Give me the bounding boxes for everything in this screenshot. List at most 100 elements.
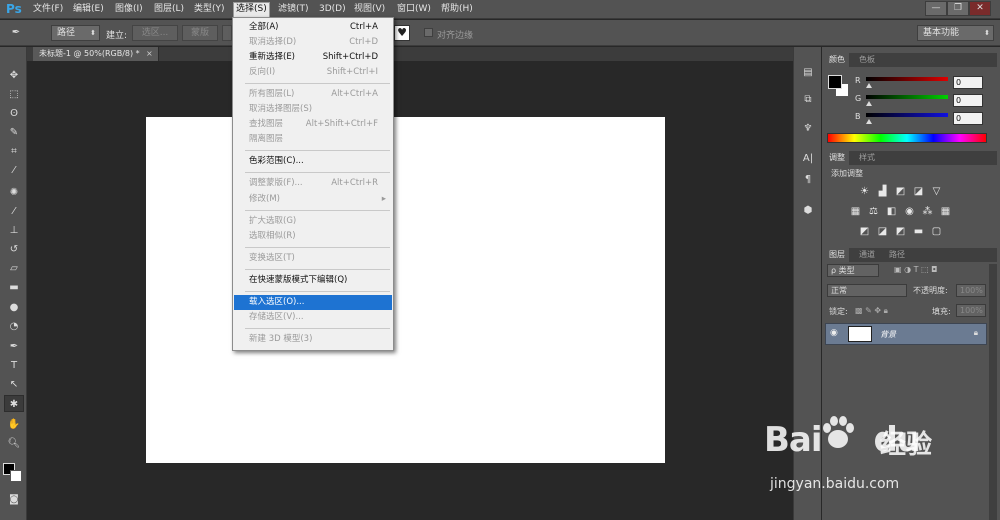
photo-filter-icon[interactable]: ◉	[903, 206, 916, 218]
menu-item-load-selection[interactable]: 载入选区(O)...	[234, 295, 392, 310]
color-balance-icon[interactable]: ⚖	[867, 206, 880, 218]
document-canvas[interactable]	[146, 117, 665, 463]
channel-r-thumb[interactable]	[866, 83, 872, 88]
restore-button[interactable]: ❐	[947, 1, 969, 16]
healing-brush-tool-icon[interactable]: ✺	[4, 184, 24, 201]
lock-icons[interactable]: ▩ ✎ ✥ 🔒︎	[855, 306, 888, 316]
background-color-swatch[interactable]	[10, 470, 22, 482]
eraser-tool-icon[interactable]: ▱	[4, 260, 24, 277]
channel-g-slider[interactable]	[866, 95, 948, 99]
channel-g-value[interactable]: 0	[953, 94, 983, 107]
character-panel-icon[interactable]: A|	[799, 151, 817, 167]
path-operations-icon[interactable]: ♥	[394, 25, 410, 41]
crop-tool-icon[interactable]: ⌗	[4, 143, 24, 160]
menu-item-new-3d-model[interactable]: 新建 3D 模型(3)	[234, 332, 392, 347]
mask-button[interactable]: 蒙版	[182, 25, 218, 41]
brush-presets-icon[interactable]: ♆	[799, 121, 817, 137]
history-brush-tool-icon[interactable]: ↺	[4, 241, 24, 258]
selective-color-icon[interactable]: ▢	[930, 226, 943, 238]
document-tab[interactable]: 未标题-1 @ 50%(RGB/8) * ×	[33, 47, 159, 61]
menu-item-isolate-layers[interactable]: 隔离图层	[234, 132, 392, 147]
path-mode-select[interactable]: 路径 ⬍	[51, 25, 100, 41]
eyedropper-tool-icon[interactable]: ⁄	[4, 162, 24, 179]
menu-view[interactable]: 视图(V)	[352, 3, 387, 17]
custom-shape-tool-icon[interactable]: ✱	[4, 395, 24, 412]
menu-type[interactable]: 类型(Y)	[192, 3, 227, 17]
move-tool-icon[interactable]: ✥	[4, 67, 24, 84]
menu-item-reselect[interactable]: 重新选择(E) Shift+Ctrl+D	[234, 50, 392, 65]
quick-selection-tool-icon[interactable]: ✎	[4, 124, 24, 141]
menu-item-inverse[interactable]: 反向(I) Shift+Ctrl+I	[234, 65, 392, 80]
history-panel-icon[interactable]: ▤	[799, 65, 817, 81]
menu-item-transform-selection[interactable]: 变换选区(T)	[234, 251, 392, 266]
channel-r-value[interactable]: 0	[953, 76, 983, 89]
menu-edit[interactable]: 编辑(E)	[71, 3, 106, 17]
close-tab-icon[interactable]: ×	[146, 47, 153, 61]
tab-color[interactable]: 颜色	[825, 53, 849, 67]
gradient-tool-icon[interactable]: ▬	[4, 279, 24, 296]
posterize-icon[interactable]: ◪	[876, 226, 889, 238]
menu-item-deselect-layers[interactable]: 取消选择图层(S)	[234, 102, 392, 117]
menu-item-refine-mask[interactable]: 调整蒙版(F)... Alt+Ctrl+R	[234, 176, 392, 191]
fill-field[interactable]: 100%	[956, 304, 986, 317]
opacity-field[interactable]: 100%	[956, 284, 986, 297]
tab-paths[interactable]: 路径	[885, 248, 909, 262]
channel-b-value[interactable]: 0	[953, 112, 983, 125]
menu-item-quick-mask[interactable]: 在快速蒙版模式下编辑(Q)	[234, 273, 392, 288]
black-white-icon[interactable]: ◧	[885, 206, 898, 218]
tab-channels[interactable]: 通道	[855, 248, 879, 262]
menu-item-all-layers[interactable]: 所有图层(L) Alt+Ctrl+A	[234, 87, 392, 102]
curves-icon[interactable]: ◩	[894, 186, 907, 198]
pen-tool-preset-icon[interactable]: ✒	[6, 24, 26, 41]
clone-stamp-tool-icon[interactable]: ⊥	[4, 222, 24, 239]
tab-layers[interactable]: 图层	[825, 248, 849, 262]
zoom-tool-icon[interactable]: 🔍︎	[4, 435, 24, 452]
brightness-icon[interactable]: ☀	[858, 186, 871, 198]
menu-select[interactable]: 选择(S)	[233, 2, 270, 18]
menu-item-select-all[interactable]: 全部(A) Ctrl+A	[234, 20, 392, 35]
shape-button[interactable]	[222, 25, 232, 41]
layer-filter-select[interactable]: ρ 类型	[827, 264, 879, 277]
menu-layer[interactable]: 图层(L)	[152, 3, 186, 17]
tab-adjustments[interactable]: 调整	[825, 151, 849, 165]
channel-mixer-icon[interactable]: ⁂	[921, 206, 934, 218]
hue-saturation-icon[interactable]: ▦	[849, 206, 862, 218]
channel-b-slider[interactable]	[866, 113, 948, 117]
layer-row-background[interactable]: ◉ 背景 🔒︎	[825, 323, 987, 345]
selection-button[interactable]: 选区...	[132, 25, 178, 41]
quick-mask-icon[interactable]: ◙	[4, 491, 24, 508]
menu-3d[interactable]: 3D(D)	[317, 3, 348, 17]
levels-icon[interactable]: ▟	[876, 186, 889, 198]
invert-icon[interactable]: ◩	[858, 226, 871, 238]
vibrance-icon[interactable]: ▽	[930, 186, 943, 198]
dodge-tool-icon[interactable]: ◔	[4, 318, 24, 335]
tab-styles[interactable]: 样式	[855, 151, 879, 165]
color-spectrum-bar[interactable]	[827, 133, 987, 143]
channel-g-thumb[interactable]	[866, 101, 872, 106]
channel-b-thumb[interactable]	[866, 119, 872, 124]
menu-item-save-selection[interactable]: 存储选区(V)...	[234, 310, 392, 325]
gradient-map-icon[interactable]: ▬	[912, 226, 925, 238]
blend-mode-select[interactable]: 正常	[827, 284, 907, 297]
tab-swatches[interactable]: 色板	[855, 53, 879, 67]
menu-item-similar[interactable]: 选取相似(R)	[234, 229, 392, 244]
brush-tool-icon[interactable]: ⁄	[4, 203, 24, 220]
properties-panel-icon[interactable]: ⧉	[799, 92, 817, 108]
close-window-button[interactable]: ✕	[969, 1, 991, 16]
pen-tool-icon[interactable]: ✒	[4, 338, 24, 355]
color-lookup-icon[interactable]: ▦	[939, 206, 952, 218]
align-edges-checkbox[interactable]	[424, 28, 433, 37]
layers-scrollbar[interactable]	[989, 264, 997, 520]
menu-window[interactable]: 窗口(W)	[395, 3, 433, 17]
menu-image[interactable]: 图像(I)	[113, 3, 145, 17]
menu-item-deselect[interactable]: 取消选择(D) Ctrl+D	[234, 35, 392, 50]
blur-tool-icon[interactable]: ●	[4, 299, 24, 316]
path-selection-tool-icon[interactable]: ↖	[4, 376, 24, 393]
exposure-icon[interactable]: ◪	[912, 186, 925, 198]
lasso-tool-icon[interactable]: ʘ	[4, 105, 24, 122]
layer-name[interactable]: 背景	[880, 329, 896, 340]
color-foreground-swatch[interactable]	[828, 75, 842, 89]
minimize-button[interactable]: —	[925, 1, 947, 16]
menu-item-color-range[interactable]: 色彩范围(C)...	[234, 154, 392, 169]
menu-filter[interactable]: 滤镜(T)	[276, 3, 311, 17]
